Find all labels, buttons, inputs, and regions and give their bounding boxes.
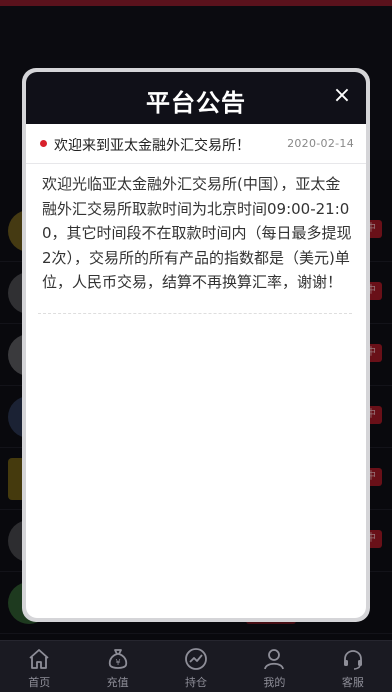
nav-item-recharge[interactable]: ¥ 充值	[78, 641, 156, 692]
nav-label: 我的	[263, 676, 286, 689]
modal-content: 平台公告 × 欢迎来到亚太金融外汇交易所！ 2020-02-14 欢迎光临亚太金…	[26, 72, 366, 618]
user-icon	[264, 649, 285, 670]
notice-item[interactable]: 欢迎来到亚太金融外汇交易所！ 2020-02-14	[26, 124, 366, 164]
bottom-nav: 首页 ¥ 充值 持仓 我的 客服	[0, 640, 392, 692]
divider	[38, 312, 352, 314]
notice-body: 欢迎光临亚太金融外汇交易所(中国），亚太金融外汇交易所取款时间为北京时间09:0…	[42, 175, 352, 291]
chart-icon	[185, 648, 207, 670]
nav-item-profile[interactable]: 我的	[235, 641, 313, 692]
modal-header: 平台公告 ×	[26, 72, 366, 124]
nav-label: 首页	[28, 676, 51, 689]
close-icon[interactable]: ×	[330, 84, 354, 108]
unread-dot-icon	[40, 140, 47, 147]
nav-item-positions[interactable]: 持仓	[157, 641, 235, 692]
nav-item-support[interactable]: 客服	[314, 641, 392, 692]
notice-title: 欢迎来到亚太金融外汇交易所！	[54, 138, 250, 154]
nav-label: 充值	[106, 676, 129, 689]
nav-item-home[interactable]: 首页	[0, 641, 78, 692]
announcement-modal: 平台公告 × 欢迎来到亚太金融外汇交易所！ 2020-02-14 欢迎光临亚太金…	[22, 68, 370, 622]
svg-text:¥: ¥	[115, 658, 120, 667]
money-bag-icon: ¥	[108, 649, 127, 669]
nav-label: 持仓	[185, 676, 208, 689]
nav-label: 客服	[341, 676, 364, 689]
notice-date: 2020-02-14	[287, 137, 354, 150]
headset-icon	[343, 650, 362, 670]
modal-title: 平台公告	[146, 89, 246, 117]
home-icon	[29, 649, 49, 669]
